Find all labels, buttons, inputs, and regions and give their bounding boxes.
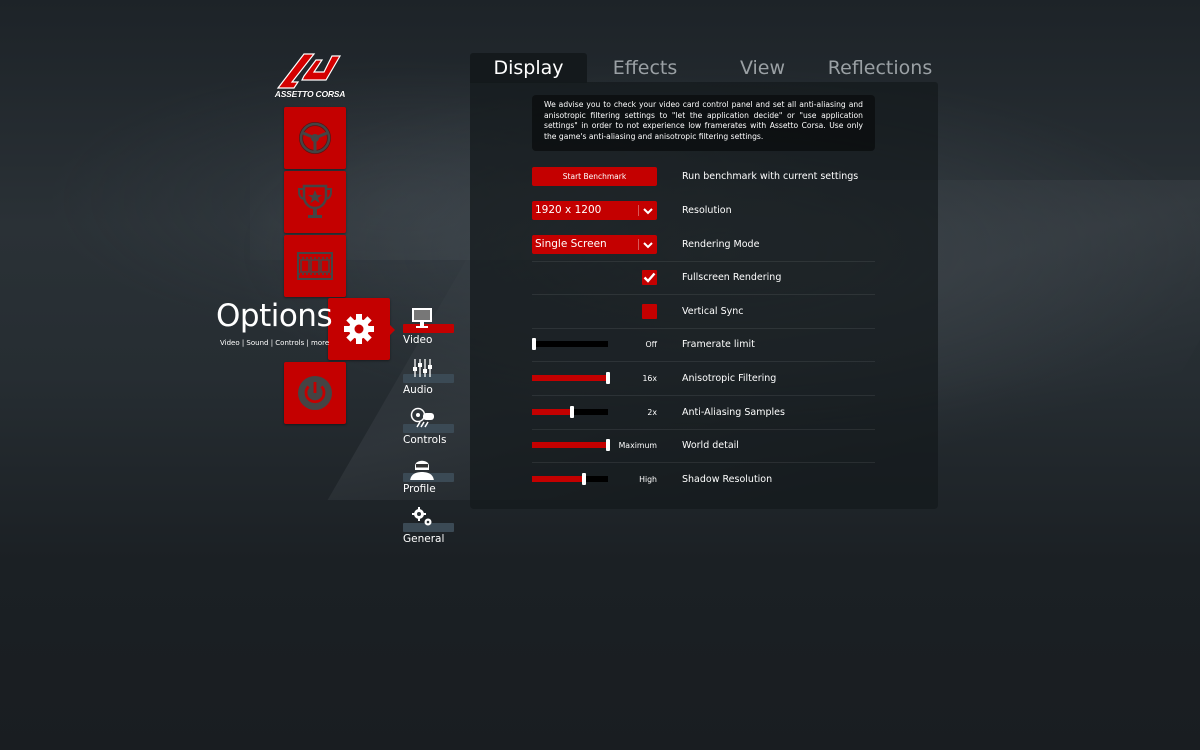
gear-icon xyxy=(344,314,374,344)
gears-icon xyxy=(412,507,432,526)
slider-thumb[interactable] xyxy=(569,406,574,418)
slider-value: Off xyxy=(645,340,657,349)
setting-row-world-detail: Maximum World detail xyxy=(532,429,875,463)
tab-effects[interactable]: Effects xyxy=(590,53,700,83)
setting-label: Anisotropic Filtering xyxy=(682,373,777,384)
slider-value: 2x xyxy=(647,408,657,417)
setting-label: World detail xyxy=(682,440,739,451)
checkmark-icon xyxy=(643,272,656,283)
subnav-controls[interactable]: Controls xyxy=(403,407,455,453)
fullscreen-checkbox[interactable] xyxy=(642,270,657,285)
menu-tile-replay[interactable] xyxy=(284,235,346,297)
subnav-label: Profile xyxy=(403,483,436,495)
slider-thumb[interactable] xyxy=(582,473,587,485)
setting-label: Resolution xyxy=(682,205,732,216)
driver-settings-notice: We advise you to check your video card c… xyxy=(532,95,875,151)
setting-label: Framerate limit xyxy=(682,339,755,350)
resolution-select[interactable]: 1920 x 1200 xyxy=(532,201,657,220)
select-separator xyxy=(638,205,639,216)
subnav-label: Audio xyxy=(403,384,433,396)
select-separator xyxy=(638,239,639,250)
setting-label: Run benchmark with current settings xyxy=(682,171,859,182)
setting-label: Shadow Resolution xyxy=(682,474,773,485)
setting-row-rendering-mode: Single Screen Rendering Mode xyxy=(532,228,875,262)
setting-row-benchmark: Start Benchmark Run benchmark with curre… xyxy=(532,160,875,194)
subnav-general[interactable]: General xyxy=(403,506,455,552)
subnav-profile[interactable]: Profile xyxy=(403,456,455,502)
slider-value: 16x xyxy=(642,374,657,383)
slider-fill xyxy=(532,442,608,448)
slider-value: High xyxy=(639,475,657,484)
setting-row-vsync: Vertical Sync xyxy=(532,295,875,329)
slider-value: Maximum xyxy=(618,441,657,450)
mixer-sliders-icon xyxy=(413,359,432,377)
setting-row-fullscreen: Fullscreen Rendering xyxy=(532,261,875,295)
setting-label: Vertical Sync xyxy=(682,306,744,317)
logo-text: ASSETTO CORSA xyxy=(274,89,346,99)
controls-icon xyxy=(410,407,434,428)
slider-thumb[interactable] xyxy=(532,338,536,350)
power-icon xyxy=(298,376,332,410)
options-title: Options xyxy=(216,298,333,334)
tab-reflections[interactable]: Reflections xyxy=(820,53,940,83)
assetto-corsa-logo: ASSETTO CORSA xyxy=(274,48,346,104)
setting-row-resolution: 1920 x 1200 Resolution xyxy=(532,194,875,228)
setting-label: Anti-Aliasing Samples xyxy=(682,407,785,418)
rendering-mode-select[interactable]: Single Screen xyxy=(532,235,657,254)
menu-tile-special-events[interactable] xyxy=(284,171,346,233)
antialiasing-samples-slider[interactable] xyxy=(532,406,608,418)
monitor-icon xyxy=(412,308,432,328)
setting-row-anisotropic: 16x Anisotropic Filtering xyxy=(532,362,875,396)
slider-thumb[interactable] xyxy=(606,372,610,384)
anisotropic-filtering-slider[interactable] xyxy=(532,372,610,384)
menu-tile-options[interactable] xyxy=(328,298,395,360)
subnav-audio[interactable]: Audio xyxy=(403,357,455,403)
menu-tile-quit[interactable] xyxy=(284,362,346,424)
setting-row-shadow-resolution: High Shadow Resolution xyxy=(532,463,875,497)
tab-view[interactable]: View xyxy=(715,53,810,83)
trophy-icon xyxy=(298,184,332,218)
setting-label: Rendering Mode xyxy=(682,239,760,250)
options-subtitle: Video | Sound | Controls | more xyxy=(220,339,330,347)
subnav-label: Controls xyxy=(403,434,447,446)
select-value: Single Screen xyxy=(535,238,607,250)
ac-logo-mark-icon xyxy=(276,53,342,89)
vsync-checkbox[interactable] xyxy=(642,304,657,319)
setting-label: Fullscreen Rendering xyxy=(682,272,782,283)
slider-fill xyxy=(532,375,608,381)
subnav-video[interactable]: Video xyxy=(403,307,455,353)
chevron-down-icon xyxy=(643,208,653,215)
select-value: 1920 x 1200 xyxy=(535,204,602,216)
setting-row-antialiasing: 2x Anti-Aliasing Samples xyxy=(532,396,875,430)
setting-row-framerate-limit: Off Framerate limit xyxy=(532,328,875,362)
slider-fill xyxy=(532,476,585,482)
subnav-label: General xyxy=(403,533,445,545)
chevron-down-icon xyxy=(643,242,653,249)
world-detail-slider[interactable] xyxy=(532,439,610,451)
tab-display[interactable]: Display xyxy=(470,53,587,83)
menu-tile-drive[interactable] xyxy=(284,107,346,169)
shadow-resolution-slider[interactable] xyxy=(532,473,608,485)
slider-thumb[interactable] xyxy=(606,439,610,451)
framerate-limit-slider[interactable] xyxy=(532,338,608,350)
driver-helmet-icon xyxy=(410,460,434,480)
slider-fill xyxy=(532,409,572,415)
film-icon xyxy=(297,252,333,280)
steering-wheel-icon xyxy=(299,122,331,154)
subnav-label: Video xyxy=(403,334,433,346)
start-benchmark-button[interactable]: Start Benchmark xyxy=(532,167,657,186)
